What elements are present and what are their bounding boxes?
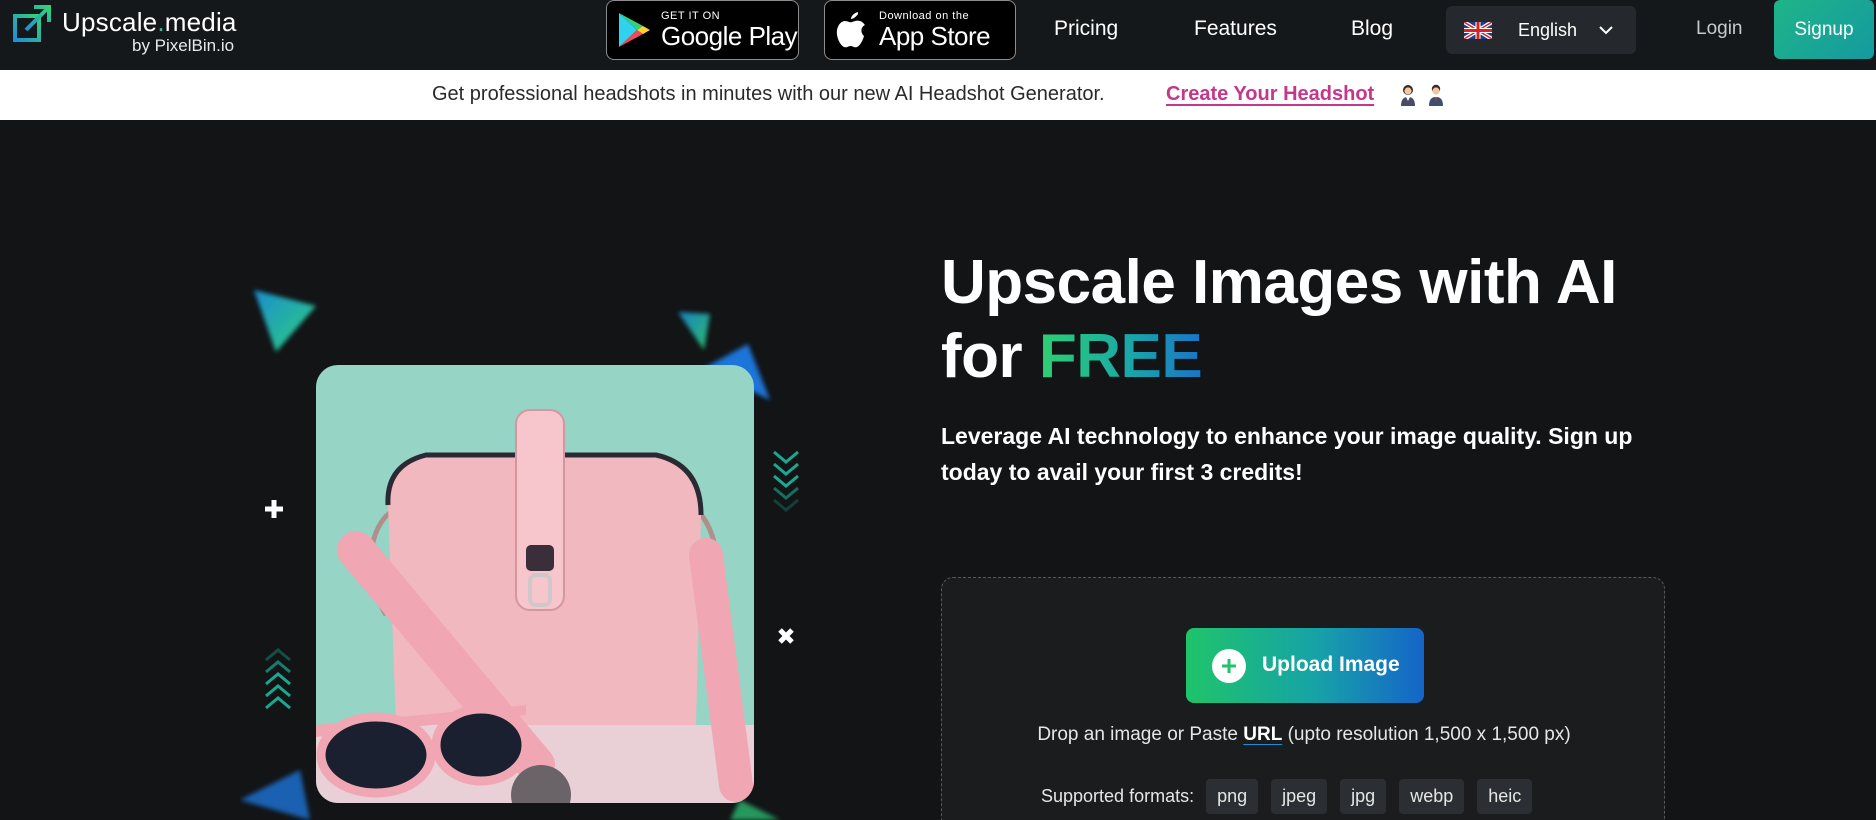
supported-formats: Supported formats: png jpeg jpg webp hei… xyxy=(1041,778,1545,814)
apple-icon xyxy=(836,12,865,48)
logo-name: Upscale.media xyxy=(62,7,237,37)
hero-subtitle: Leverage AI technology to enhance your i… xyxy=(941,423,1633,485)
google-play-label: Google Play xyxy=(661,21,798,51)
upload-dropzone[interactable]: Upload Image Drop an image or Paste URL … xyxy=(941,577,1665,820)
create-headshot-link[interactable]: Create Your Headshot xyxy=(1166,83,1374,106)
app-store-label: App Store xyxy=(879,21,991,51)
announcement-text: Get professional headshots in minutes wi… xyxy=(432,83,1105,105)
logo-icon xyxy=(13,5,51,42)
upload-image-button[interactable]: Upload Image xyxy=(1186,628,1424,703)
nav-pricing-link[interactable]: Pricing xyxy=(1054,17,1118,41)
chevron-down-icon xyxy=(1599,26,1613,35)
hero-title-free: FREE xyxy=(1038,322,1203,391)
login-link[interactable]: Login xyxy=(1696,18,1743,40)
hero-title: Upscale Images with AI for FREE xyxy=(941,246,1701,394)
google-play-button[interactable]: GET IT ON Google Play xyxy=(606,0,799,60)
google-play-icon xyxy=(619,13,650,47)
plus-circle-icon xyxy=(1212,649,1246,683)
chevrons-down-deco xyxy=(773,450,799,512)
uk-flag-icon xyxy=(1464,22,1492,39)
format-chip: jpg xyxy=(1340,778,1387,814)
language-selector[interactable]: English xyxy=(1446,6,1636,54)
language-label: English xyxy=(1518,20,1578,40)
chevrons-up-deco xyxy=(265,648,291,710)
upload-image-label: Upload Image xyxy=(1262,653,1400,676)
formats-label: Supported formats: xyxy=(1041,785,1195,806)
page: Upscale.media by PixelBin.io GET IT ON G… xyxy=(0,0,1876,820)
woman-office-worker-icon xyxy=(1401,85,1415,106)
logo[interactable]: Upscale.media by PixelBin.io xyxy=(12,2,242,58)
announcement-bar: Get professional headshots in minutes wi… xyxy=(0,70,1876,120)
format-chip: heic xyxy=(1477,778,1533,814)
hero-image xyxy=(316,365,754,803)
app-store-button[interactable]: Download on the App Store xyxy=(824,0,1016,60)
paste-url-link[interactable]: URL xyxy=(1243,724,1282,745)
pink-handbag-illustration xyxy=(316,365,754,803)
signup-button[interactable]: Signup xyxy=(1774,0,1874,59)
hero-title-for: for xyxy=(941,322,1039,391)
format-chip: jpeg xyxy=(1271,778,1328,814)
format-chip: webp xyxy=(1399,778,1465,814)
nav-blog-link[interactable]: Blog xyxy=(1351,17,1393,41)
hero-title-line1: Upscale Images with AI xyxy=(941,248,1617,317)
man-office-worker-icon xyxy=(1429,84,1443,106)
logo-byline: by PixelBin.io xyxy=(132,36,235,55)
nav-features-link[interactable]: Features xyxy=(1194,17,1277,41)
format-chip: png xyxy=(1206,778,1259,814)
top-nav: Upscale.media by PixelBin.io GET IT ON G… xyxy=(0,0,1876,70)
drop-hint: Drop an image or Paste URL (upto resolut… xyxy=(1037,724,1571,745)
